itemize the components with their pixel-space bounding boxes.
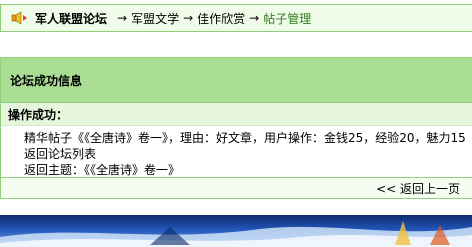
panel-footer: << 返回上一页 <box>1 177 472 198</box>
speaker-arrow-icon <box>11 11 29 25</box>
breadcrumb-separator: → <box>117 11 128 25</box>
breadcrumb-separator: → <box>183 11 194 25</box>
operation-status: 操作成功： <box>1 103 472 126</box>
breadcrumb-item-current: 帖子管理 <box>263 11 312 26</box>
breadcrumb-item-literature[interactable]: 军盟文学 <box>131 10 179 27</box>
panel-title: 论坛成功信息 <box>1 58 472 103</box>
back-previous-page-link[interactable]: << 返回上一页 <box>376 180 460 197</box>
breadcrumb-home-link[interactable]: 军人联盟论坛 <box>35 10 107 27</box>
operation-detail-text: 精华帖子《《全唐诗》卷一》，理由：好文章，用户操作：金钱25，经验20，魅力15 <box>24 131 466 145</box>
return-forum-list-link[interactable]: 返回论坛列表 <box>24 147 96 161</box>
success-message-panel: 论坛成功信息 操作成功： 精华帖子《《全唐诗》卷一》，理由：好文章，用户操作：金… <box>0 57 472 199</box>
return-topic-link[interactable]: 返回主题：《《全唐诗》卷一》 <box>24 163 180 177</box>
breadcrumb-bar: 军人联盟论坛 → 军盟文学 → 佳作欣赏 → 帖子管理 <box>0 4 472 32</box>
forum-banner-image <box>0 215 472 247</box>
breadcrumb-separator: → <box>249 11 260 25</box>
message-body: 精华帖子《《全唐诗》卷一》，理由：好文章，用户操作：金钱25，经验20，魅力15… <box>1 126 472 178</box>
breadcrumb-item-featured[interactable]: 佳作欣赏 <box>197 10 245 27</box>
